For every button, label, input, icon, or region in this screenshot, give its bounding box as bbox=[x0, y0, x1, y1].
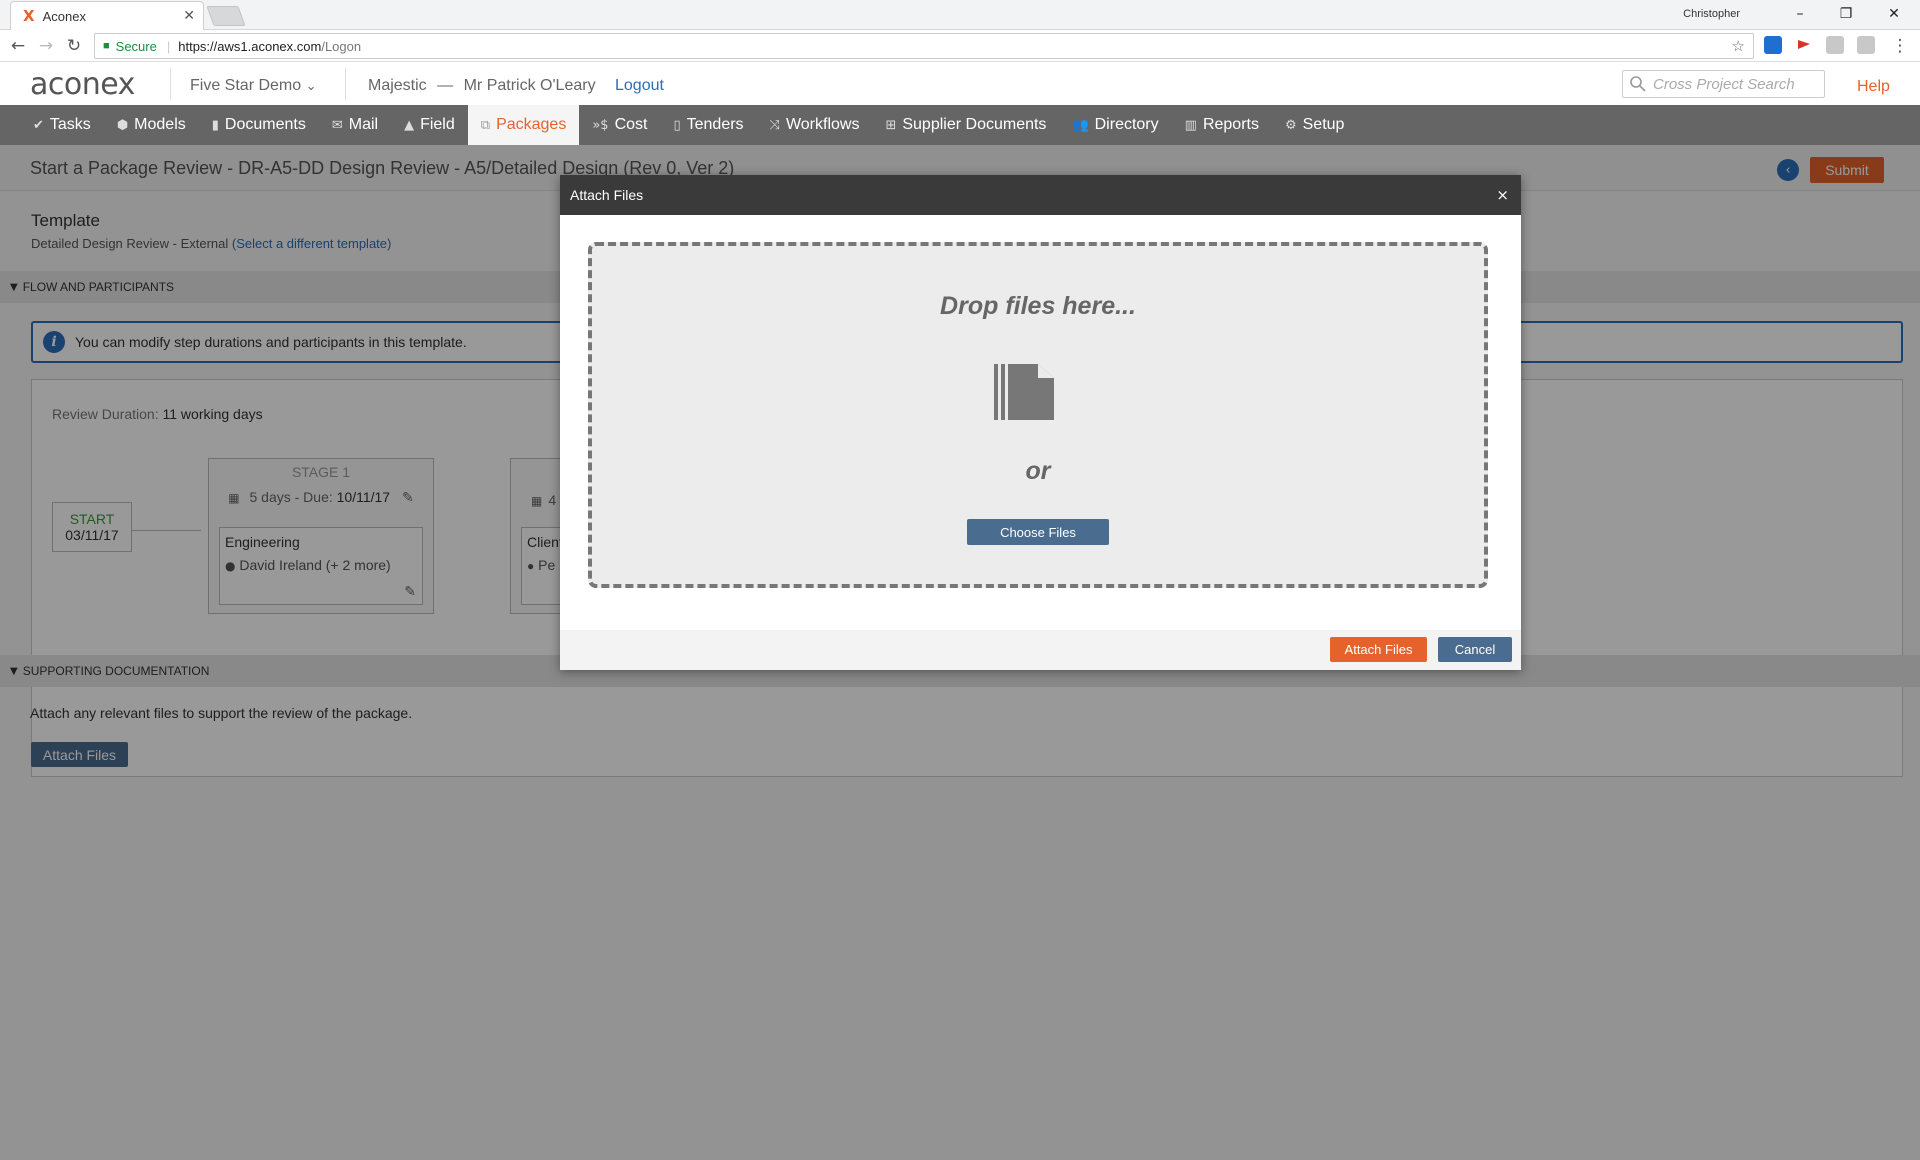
main-nav: ✔ Tasks ⬢ Models ▮ Documents ✉ Mail ▲ Field ⧉… bbox=[0, 105, 1920, 145]
or-text: or bbox=[1025, 457, 1051, 485]
nav-tasks[interactable]: ✔ Tasks bbox=[20, 105, 104, 145]
url-path: /Logon bbox=[321, 38, 362, 54]
field-icon: ▲ bbox=[404, 117, 415, 133]
window-close-icon[interactable]: ✕ bbox=[1874, 2, 1914, 26]
nav-cost[interactable]: »$ Cost bbox=[579, 105, 660, 145]
tab-close-icon[interactable]: ✕ bbox=[183, 7, 195, 24]
help-link[interactable]: Help bbox=[1857, 78, 1890, 96]
user-info: Majestic — Mr Patrick O'Leary bbox=[368, 77, 596, 95]
bookmark-star-icon[interactable]: ☆ bbox=[1732, 37, 1745, 55]
nav-models[interactable]: ⬢ Models bbox=[104, 105, 199, 145]
nav-label: Tenders bbox=[686, 116, 744, 133]
restore-icon[interactable]: ❐ bbox=[1826, 2, 1866, 26]
nav-packages[interactable]: ⧉ Packages bbox=[467, 105, 580, 145]
url-separator: | bbox=[166, 38, 171, 54]
nav-label: Directory bbox=[1094, 116, 1159, 133]
browser-user[interactable]: Christopher bbox=[1683, 8, 1740, 20]
nav-label: Workflows bbox=[785, 116, 860, 133]
mail-icon: ✉ bbox=[331, 117, 343, 133]
aconex-favicon-icon: X bbox=[23, 7, 35, 25]
flag-extension-icon[interactable] bbox=[1795, 36, 1813, 54]
tenders-icon: ▯ bbox=[673, 117, 681, 133]
workflows-icon: ⤨ bbox=[769, 117, 780, 133]
forward-arrow-icon[interactable]: → bbox=[34, 34, 58, 58]
nav-label: Reports bbox=[1202, 116, 1259, 133]
nav-setup[interactable]: ⚙ Setup bbox=[1272, 105, 1357, 145]
url-input[interactable]: ■ Secure | https://aws1.aconex.com/Logon… bbox=[94, 33, 1754, 59]
browser-tabbar: X Aconex ✕ Christopher – ❐ ✕ bbox=[0, 0, 1920, 30]
lock-icon: ■ bbox=[103, 40, 110, 52]
modal-header: Attach Files × bbox=[560, 175, 1521, 215]
modal-footer: Attach Files Cancel bbox=[560, 630, 1521, 670]
g-extension-icon[interactable] bbox=[1826, 36, 1844, 54]
check-icon: ✔ bbox=[33, 117, 44, 133]
minimize-icon[interactable]: – bbox=[1780, 2, 1820, 26]
pdf-extension-icon[interactable] bbox=[1857, 36, 1875, 54]
user-name: Mr Patrick O'Leary bbox=[463, 77, 596, 94]
trello-extension-icon[interactable] bbox=[1764, 36, 1782, 54]
tab-title: Aconex bbox=[42, 8, 86, 24]
nav-reports[interactable]: ▥ Reports bbox=[1172, 105, 1272, 145]
reload-icon[interactable]: ↻ bbox=[62, 34, 86, 58]
org-name: Majestic bbox=[368, 77, 427, 94]
file-dropzone[interactable]: Drop files here... or Choose Files bbox=[588, 242, 1488, 588]
chevron-down-icon: ⌄ bbox=[305, 79, 317, 94]
browser-menu-icon[interactable]: ⋮ bbox=[1888, 34, 1912, 58]
app-header: aconex Five Star Demo ⌄ Majestic — Mr Pa… bbox=[0, 63, 1920, 105]
browser-tab[interactable]: X Aconex ✕ bbox=[10, 1, 204, 30]
divider bbox=[345, 68, 346, 100]
modal-title: Attach Files bbox=[570, 187, 644, 203]
back-arrow-icon[interactable]: ← bbox=[6, 34, 30, 58]
secure-label: Secure bbox=[115, 38, 157, 54]
logout-link[interactable]: Logout bbox=[615, 77, 664, 95]
packages-icon: ⧉ bbox=[480, 117, 491, 133]
cube-icon: ⬢ bbox=[116, 117, 129, 133]
drop-text: Drop files here... bbox=[940, 292, 1136, 320]
nav-tenders[interactable]: ▯ Tenders bbox=[660, 105, 756, 145]
directory-icon: 👥 bbox=[1072, 117, 1089, 133]
nav-label: Mail bbox=[348, 116, 379, 133]
nav-label: Setup bbox=[1302, 116, 1345, 133]
nav-label: Field bbox=[420, 116, 455, 133]
divider bbox=[170, 68, 171, 100]
cancel-button[interactable]: Cancel bbox=[1438, 637, 1512, 662]
project-name: Five Star Demo bbox=[190, 77, 302, 94]
supplier-icon: ⊞ bbox=[885, 117, 897, 133]
reports-icon: ▥ bbox=[1184, 117, 1197, 133]
close-icon[interactable]: × bbox=[1496, 186, 1509, 204]
attach-files-modal: Attach Files × Drop files here... or Cho… bbox=[560, 175, 1521, 670]
dash: — bbox=[437, 77, 454, 94]
nav-field[interactable]: ▲ Field bbox=[391, 105, 468, 145]
search-icon bbox=[1630, 76, 1646, 92]
nav-supplier-documents[interactable]: ⊞ Supplier Documents bbox=[872, 105, 1059, 145]
search-placeholder: Cross Project Search bbox=[1653, 75, 1795, 93]
browser-addressbar: ← → ↻ ■ Secure | https://aws1.aconex.com… bbox=[0, 30, 1920, 62]
cross-project-search-input[interactable]: Cross Project Search bbox=[1622, 70, 1825, 98]
gear-icon: ⚙ bbox=[1284, 117, 1297, 133]
nav-label: Tasks bbox=[49, 116, 91, 133]
nav-label: Supplier Documents bbox=[902, 116, 1047, 133]
url-host: https://aws1.aconex.com bbox=[178, 38, 322, 54]
nav-documents[interactable]: ▮ Documents bbox=[199, 105, 319, 145]
nav-label: Models bbox=[134, 116, 186, 133]
new-tab-button[interactable] bbox=[206, 6, 246, 26]
project-selector[interactable]: Five Star Demo ⌄ bbox=[190, 77, 317, 95]
attach-files-button[interactable]: Attach Files bbox=[1330, 637, 1427, 662]
aconex-logo[interactable]: aconex bbox=[30, 67, 135, 102]
nav-mail[interactable]: ✉ Mail bbox=[319, 105, 391, 145]
document-icon: ▮ bbox=[211, 117, 219, 133]
nav-label: Documents bbox=[224, 116, 306, 133]
file-stack-icon bbox=[994, 364, 1054, 420]
nav-label: Packages bbox=[496, 116, 567, 133]
nav-label: Cost bbox=[614, 116, 648, 133]
nav-workflows[interactable]: ⤨ Workflows bbox=[757, 105, 873, 145]
nav-directory[interactable]: 👥 Directory bbox=[1059, 105, 1171, 145]
choose-files-button[interactable]: Choose Files bbox=[967, 519, 1109, 545]
cost-icon: »$ bbox=[592, 117, 609, 133]
